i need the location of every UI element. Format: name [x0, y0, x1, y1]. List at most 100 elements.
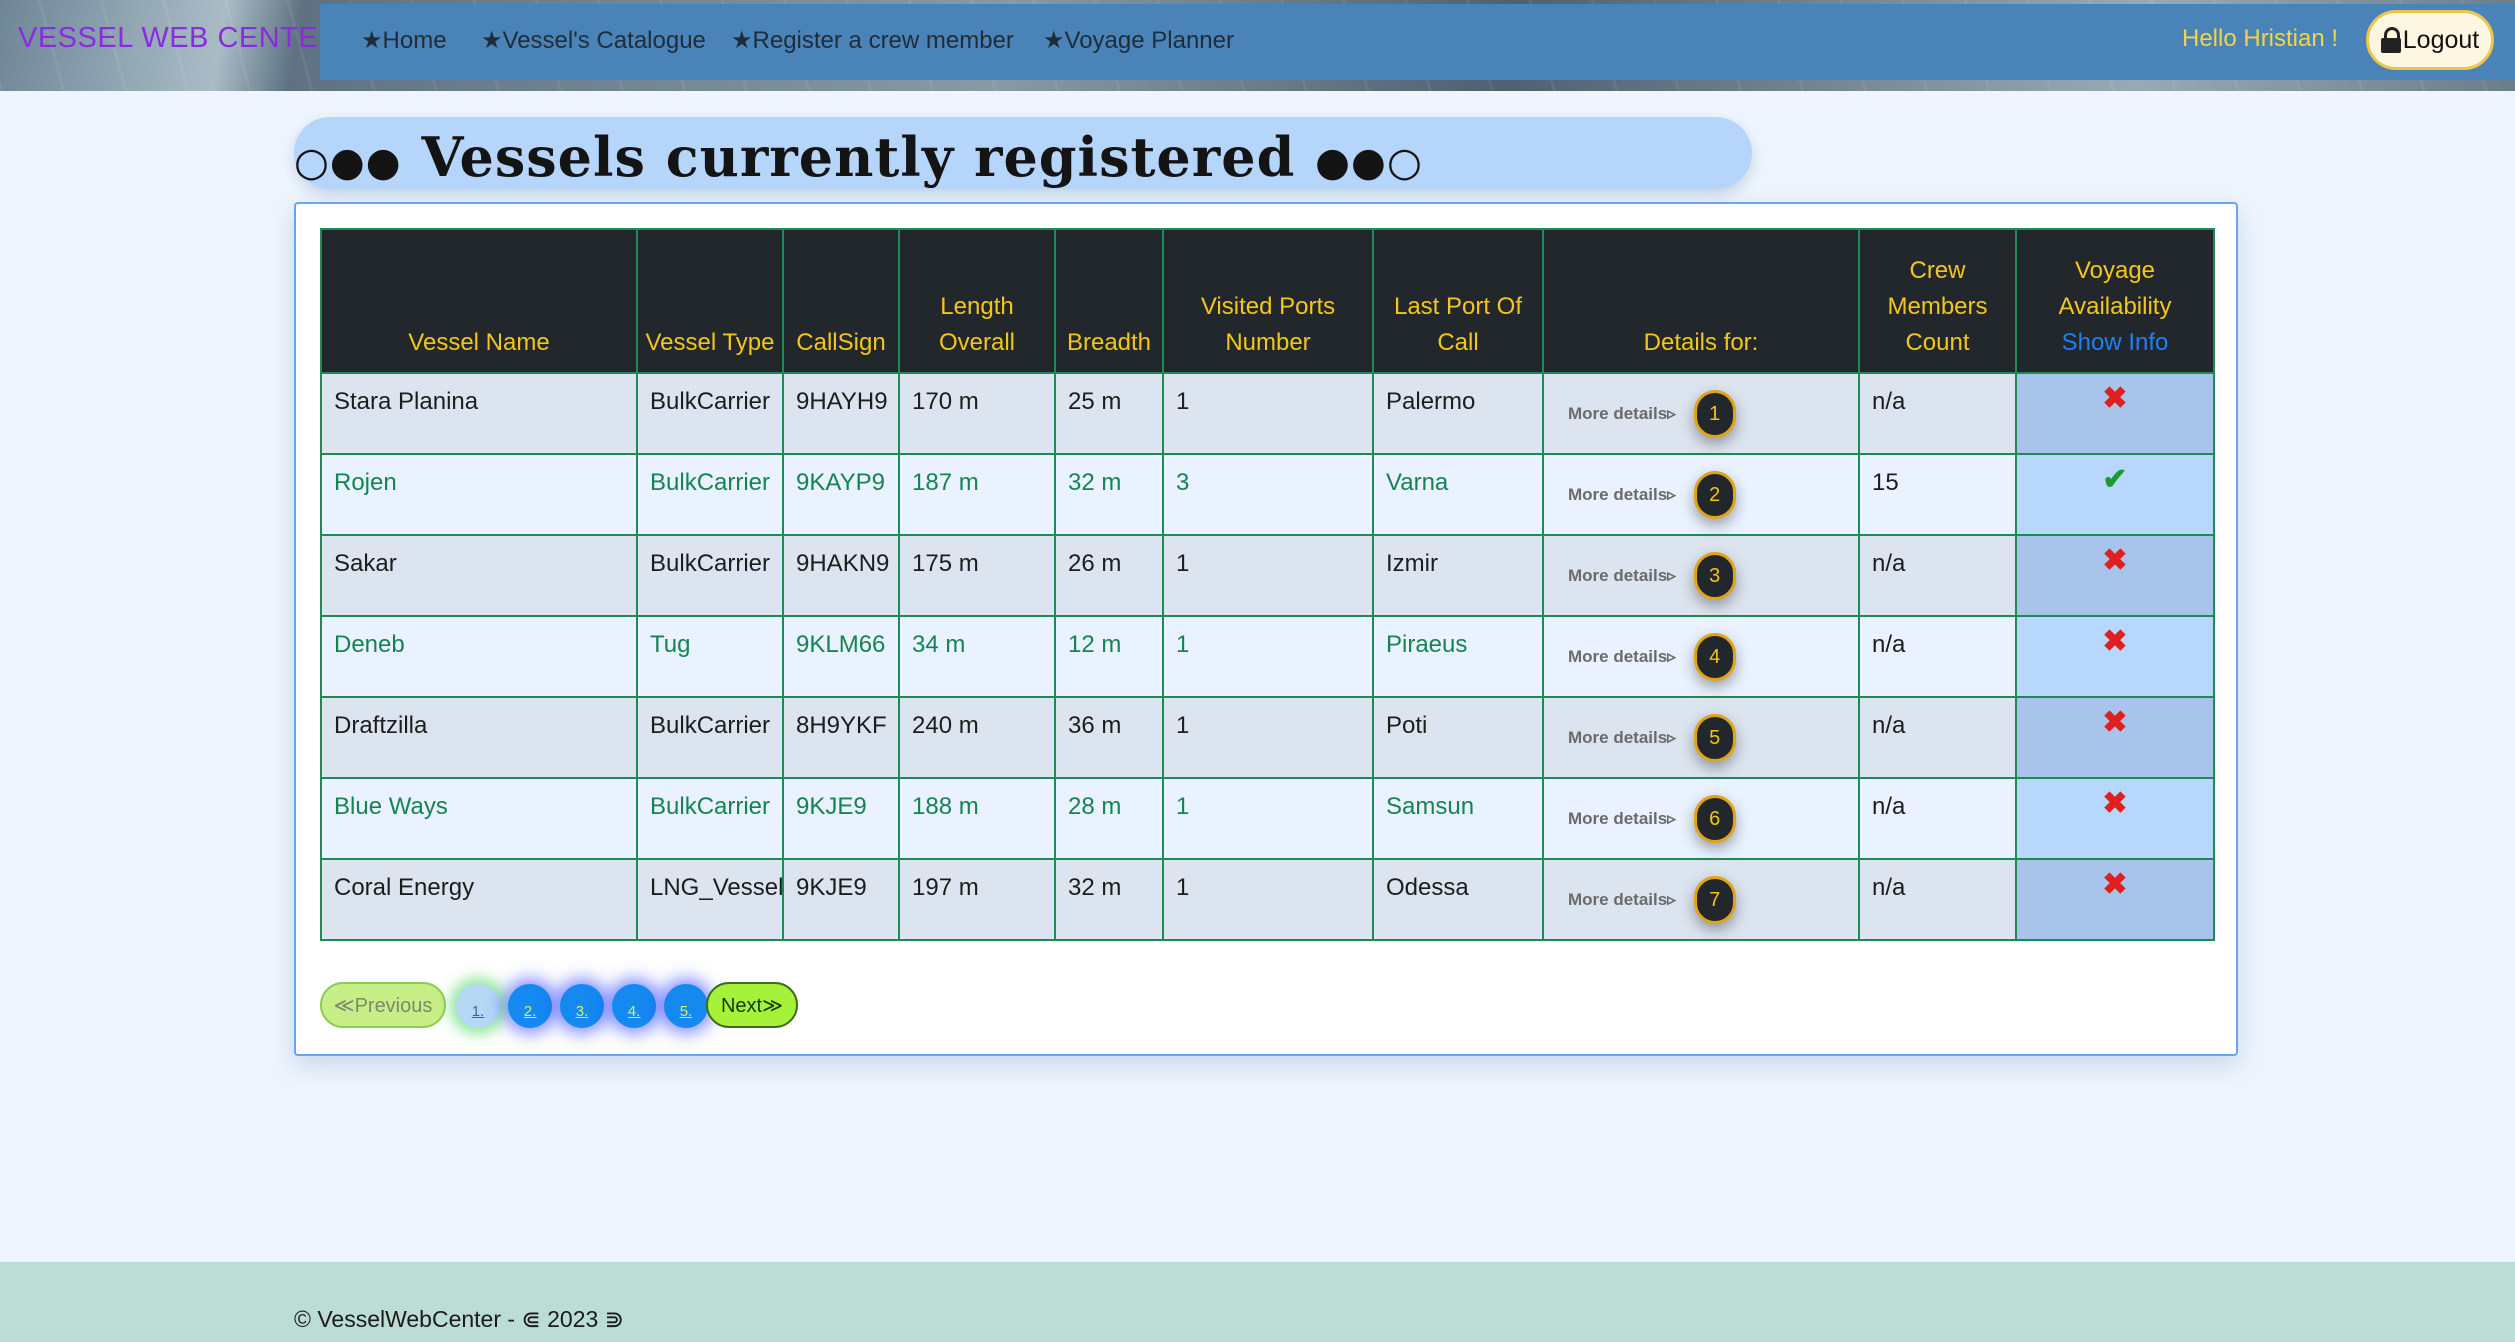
footer-copyright: © VesselWebCenter - ⋐ 2023 ⋑ — [294, 1306, 624, 1332]
crew-count-cell: 15 — [1858, 453, 2017, 536]
top-navbar: VESSEL WEB CENTER ★Home ★Vessel's Catalo… — [0, 0, 2515, 91]
header-breadth: Breadth — [1054, 228, 1164, 374]
callsign-cell: 9HAYH9 — [782, 372, 900, 455]
length-cell: 188 m — [898, 777, 1056, 860]
header-last-port: Last Port Of Call — [1372, 228, 1544, 374]
header-vessel-name: Vessel Name — [320, 228, 638, 374]
page-4-link[interactable]: 4. — [612, 984, 656, 1028]
details-cell: More details▹ 1 — [1542, 372, 1860, 455]
vessel-name-cell: Coral Energy — [320, 858, 638, 941]
availability-cell: ✖ — [2015, 534, 2215, 617]
details-cell: More details▹ 6 — [1542, 777, 1860, 860]
more-details-link[interactable]: More details▹ — [1568, 485, 1676, 505]
length-cell: 170 m — [898, 372, 1056, 455]
table-row: Coral Energy LNG_Vessel 9KJE9 197 m 32 m 1 Ode… — [320, 858, 2215, 941]
row-number-badge[interactable]: 4 — [1693, 632, 1736, 681]
table-row: Draftzilla BulkCarrier 8H9YKF 240 m 36 m 1 Pot… — [320, 696, 2215, 779]
nav-vessels-catalogue[interactable]: ★Vessel's Catalogue — [481, 26, 706, 55]
vessel-type-cell: BulkCarrier — [636, 777, 784, 860]
visited-ports-cell: 1 — [1162, 534, 1374, 617]
more-details-link[interactable]: More details▹ — [1568, 404, 1676, 424]
page-2-link[interactable]: 2. — [508, 984, 552, 1028]
vessel-name-cell: Stara Planina — [320, 372, 638, 455]
vessels-table: Vessel Name Vessel Type CallSign Length … — [320, 228, 2215, 941]
visited-ports-cell: 1 — [1162, 615, 1374, 698]
breadth-cell: 32 m — [1054, 858, 1164, 941]
callsign-cell: 9KJE9 — [782, 858, 900, 941]
vessel-type-cell: BulkCarrier — [636, 372, 784, 455]
details-cell: More details▹ 2 — [1542, 453, 1860, 536]
cross-icon: ✖ — [2102, 625, 2128, 658]
breadth-cell: 12 m — [1054, 615, 1164, 698]
page-title: ○●● Vessels currently registered ●●○ — [294, 125, 1423, 189]
callsign-cell: 9HAKN9 — [782, 534, 900, 617]
length-cell: 240 m — [898, 696, 1056, 779]
previous-button[interactable]: ≪Previous — [320, 982, 446, 1028]
row-number-badge[interactable]: 7 — [1693, 875, 1736, 924]
header-vessel-type: Vessel Type — [636, 228, 784, 374]
breadth-cell: 32 m — [1054, 453, 1164, 536]
row-number-badge[interactable]: 2 — [1693, 470, 1736, 519]
page-1-link[interactable]: 1. — [456, 984, 500, 1028]
next-button[interactable]: Next≫ — [706, 982, 798, 1028]
page-title-banner: ○●● Vessels currently registered ●●○ — [294, 117, 1752, 189]
details-cell: More details▹ 3 — [1542, 534, 1860, 617]
callsign-cell: 8H9YKF — [782, 696, 900, 779]
last-port-cell: Odessa — [1372, 858, 1544, 941]
availability-cell: ✖ — [2015, 777, 2215, 860]
callsign-cell: 9KLM66 — [782, 615, 900, 698]
check-icon: ✔ — [2102, 463, 2128, 496]
table-row: Sakar BulkCarrier 9HAKN9 175 m 26 m 1 Izmir Mor… — [320, 534, 2215, 617]
last-port-cell: Poti — [1372, 696, 1544, 779]
crew-count-cell: n/a — [1858, 615, 2017, 698]
page-3-link[interactable]: 3. — [560, 984, 604, 1028]
show-info-link[interactable]: Show Info — [2062, 329, 2169, 356]
visited-ports-cell: 1 — [1162, 372, 1374, 455]
page-5-link[interactable]: 5. — [664, 984, 708, 1028]
vessel-type-cell: Tug — [636, 615, 784, 698]
header-length: Length Overall — [898, 228, 1056, 374]
logout-label: Logout — [2402, 25, 2480, 54]
last-port-cell: Piraeus — [1372, 615, 1544, 698]
header-visited-ports: Visited Ports Number — [1162, 228, 1374, 374]
vessel-name-cell: Deneb — [320, 615, 638, 698]
more-details-link[interactable]: More details▹ — [1568, 809, 1676, 829]
row-number-badge[interactable]: 5 — [1693, 713, 1736, 762]
header-crew-count: Crew Members Count — [1858, 228, 2017, 374]
details-cell: More details▹ 7 — [1542, 858, 1860, 941]
more-details-link[interactable]: More details▹ — [1568, 647, 1676, 667]
callsign-cell: 9KAYP9 — [782, 453, 900, 536]
nav-register-crew[interactable]: ★Register a crew member — [731, 26, 1014, 55]
row-number-badge[interactable]: 1 — [1693, 389, 1736, 438]
vessel-name-cell: Draftzilla — [320, 696, 638, 779]
brand-logo[interactable]: VESSEL WEB CENTER — [18, 22, 340, 55]
table-row: Rojen BulkCarrier 9KAYP9 187 m 32 m 3 Varna Mor… — [320, 453, 2215, 536]
header-availability: Voyage Availability Show Info — [2015, 228, 2215, 374]
more-details-link[interactable]: More details▹ — [1568, 728, 1676, 748]
details-cell: More details▹ 5 — [1542, 696, 1860, 779]
nav-home[interactable]: ★Home — [361, 26, 447, 55]
vessel-type-cell: BulkCarrier — [636, 453, 784, 536]
cross-icon: ✖ — [2102, 787, 2128, 820]
vessel-name-cell: Sakar — [320, 534, 638, 617]
table-row: Blue Ways BulkCarrier 9KJE9 188 m 28 m 1 Samsu… — [320, 777, 2215, 860]
row-number-badge[interactable]: 6 — [1693, 794, 1736, 843]
availability-cell: ✖ — [2015, 615, 2215, 698]
last-port-cell: Varna — [1372, 453, 1544, 536]
more-details-link[interactable]: More details▹ — [1568, 890, 1676, 910]
nav-voyage-planner[interactable]: ★Voyage Planner — [1043, 26, 1234, 55]
table-row: Deneb Tug 9KLM66 34 m 12 m 1 Piraeus More detai… — [320, 615, 2215, 698]
visited-ports-cell: 1 — [1162, 696, 1374, 779]
vessel-type-cell: LNG_Vessel — [636, 858, 784, 941]
length-cell: 197 m — [898, 858, 1056, 941]
visited-ports-cell: 1 — [1162, 858, 1374, 941]
logout-button[interactable]: Logout — [2366, 10, 2494, 70]
crew-count-cell: n/a — [1858, 534, 2017, 617]
title-deco-right: ●●○ — [1315, 138, 1423, 186]
title-deco-left: ○●● — [294, 138, 402, 186]
last-port-cell: Palermo — [1372, 372, 1544, 455]
vessel-name-cell: Blue Ways — [320, 777, 638, 860]
cross-icon: ✖ — [2102, 706, 2128, 739]
row-number-badge[interactable]: 3 — [1693, 551, 1736, 600]
more-details-link[interactable]: More details▹ — [1568, 566, 1676, 586]
